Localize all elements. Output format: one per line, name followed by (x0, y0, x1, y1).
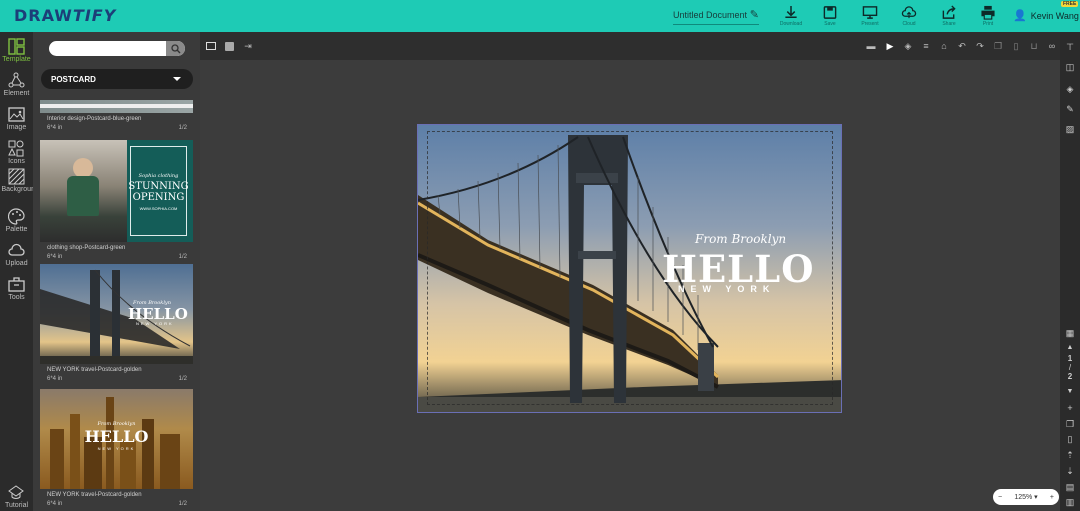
pen-tool-icon[interactable]: ✎ (1060, 104, 1080, 115)
template-item[interactable]: From Brooklyn HELLO NEW YORK NEW YORK tr… (40, 389, 193, 507)
document-title[interactable]: Untitled Document ✎ (673, 8, 759, 25)
add-page-icon[interactable]: + (1060, 403, 1080, 413)
save-icon (823, 6, 837, 19)
print-button[interactable]: Print (976, 5, 1000, 27)
share-icon (942, 5, 956, 19)
book-icon[interactable]: ▤ (1060, 482, 1080, 493)
page-current: 1 (1067, 354, 1073, 363)
download-button[interactable]: Download (779, 5, 803, 27)
rail-palette[interactable]: Palette (0, 208, 33, 233)
lock-icon[interactable]: ⊔ (1029, 41, 1039, 51)
page-down-icon[interactable]: ▼ (1060, 388, 1080, 395)
left-rail: Template Element Image Icons Background … (0, 32, 39, 511)
move-page-down-icon[interactable]: ⇣ (1060, 466, 1080, 477)
printer-icon (981, 5, 995, 20)
pencil-icon[interactable]: ✎ (750, 8, 759, 21)
template-thumbnail[interactable]: From Brooklyn HELLO NEW YORK (40, 264, 193, 364)
template-item[interactable]: From Brooklyn HELLO NEW YORK NEW YORK tr… (40, 264, 193, 382)
search-icon (170, 43, 180, 53)
document-title-text[interactable]: Untitled Document (673, 10, 747, 20)
template-thumbnail[interactable]: From Brooklyn HELLO NEW YORK (40, 389, 193, 489)
delete-icon[interactable]: ▯ (1011, 41, 1021, 51)
zoom-control: − 125% ▾ + (993, 489, 1059, 505)
zoom-level[interactable]: 125% ▾ (1014, 493, 1037, 501)
zoom-caret-icon: ▾ (1034, 494, 1038, 501)
grid-icon[interactable]: ▦ (1060, 328, 1080, 339)
delete-page-icon[interactable]: ▯ (1060, 434, 1080, 445)
fill-tool-icon[interactable]: ◈ (1060, 84, 1080, 95)
link-icon[interactable]: ∞ (1047, 41, 1057, 51)
plan-badge: FREE (1061, 1, 1079, 7)
canvas-text-ny[interactable]: NEW YORK (678, 284, 775, 294)
shape-tool-icon[interactable]: ◫ (1060, 62, 1080, 73)
user-menu[interactable]: 👤 Kevin Wang (1013, 9, 1079, 22)
rail-background[interactable]: Background (0, 168, 39, 194)
template-thumbnail[interactable]: Sophia clothing STUNNING OPENING WWW.SOP… (40, 140, 193, 242)
notes-icon[interactable]: ▥ (1060, 497, 1080, 508)
background-icon (8, 168, 25, 185)
zoom-out-button[interactable]: − (998, 494, 1002, 501)
cloud-button[interactable]: Cloud (897, 5, 921, 27)
rail-tools[interactable]: Tools (0, 276, 33, 301)
download-icon (785, 5, 797, 18)
zoom-in-button[interactable]: + (1050, 494, 1054, 501)
save-button[interactable]: Save (818, 5, 842, 27)
fit-screen-icon[interactable] (206, 42, 216, 50)
redo-icon[interactable]: ↷ (975, 41, 985, 51)
tutorial-icon (8, 485, 24, 499)
template-icon (8, 38, 25, 55)
play-icon[interactable]: ▶ (885, 41, 895, 51)
search-button[interactable] (166, 41, 185, 56)
element-icon (8, 72, 25, 88)
layers-icon[interactable]: ◈ (903, 41, 913, 51)
template-search-input[interactable] (49, 41, 185, 56)
template-panel: POSTCARD Interior design-Postcard-blue-g… (33, 32, 200, 511)
chevron-down-icon (173, 77, 181, 81)
rail-icons[interactable]: Icons (0, 140, 33, 165)
rail-template[interactable]: Template (0, 38, 33, 63)
template-item[interactable]: Sophia clothing STUNNING OPENING WWW.SOP… (40, 140, 193, 260)
rail-tutorial[interactable]: Tutorial (0, 484, 33, 509)
page-separator: / (1068, 363, 1072, 372)
present-button[interactable]: Present (858, 5, 882, 27)
text-tool-icon[interactable]: ⊤ (1060, 42, 1080, 53)
align-icon[interactable]: ≡ (921, 41, 931, 51)
copy-icon[interactable]: ❐ (993, 41, 1003, 51)
page-up-icon[interactable]: ▲ (1060, 344, 1080, 351)
cloud-upload-icon (901, 6, 917, 19)
editor-toolbar: ⇥ ▬ ▶ ◈ ≡ ⌂ ↶ ↷ ❐ ▯ ⊔ ∞ (200, 32, 1060, 60)
canvas-text-from[interactable]: From Brooklyn (695, 232, 786, 246)
template-thumbnail[interactable] (40, 100, 193, 113)
video-icon[interactable]: ▬ (866, 41, 876, 51)
move-page-up-icon[interactable]: ⇡ (1060, 450, 1080, 461)
background-color-icon[interactable] (225, 42, 234, 51)
duplicate-page-icon[interactable]: ❐ (1060, 419, 1080, 430)
share-button[interactable]: Share (937, 5, 961, 27)
category-dropdown[interactable]: POSTCARD (41, 69, 193, 89)
toolbox-icon (8, 277, 25, 292)
right-rail: ⊤ ◫ ◈ ✎ ▨ ▦ ▲ 1 / 2 ▼ + ❐ ▯ ⇡ ⇣ ▤ ▥ (1060, 32, 1080, 511)
monitor-icon (862, 6, 878, 19)
undo-icon[interactable]: ↶ (957, 41, 967, 51)
user-icon: 👤 (1013, 10, 1027, 22)
rail-element[interactable]: Element (0, 72, 33, 97)
image-icon (8, 107, 25, 122)
page-total: 2 (1067, 372, 1073, 381)
template-item[interactable]: Interior design-Postcard-blue-green 6*4 … (40, 100, 193, 131)
rail-image[interactable]: Image (0, 106, 33, 131)
group-icon[interactable]: ⌂ (939, 41, 949, 51)
palette-icon (8, 208, 25, 225)
import-icon[interactable]: ⇥ (243, 41, 253, 51)
top-bar: DRAWTIFY Untitled Document ✎ Download Sa… (0, 0, 1080, 32)
upload-icon (8, 243, 25, 256)
image-tool-icon[interactable]: ▨ (1060, 124, 1080, 135)
app-logo[interactable]: DRAWTIFY (14, 6, 116, 25)
icons-icon (8, 140, 24, 157)
rail-upload[interactable]: Upload (0, 242, 33, 267)
